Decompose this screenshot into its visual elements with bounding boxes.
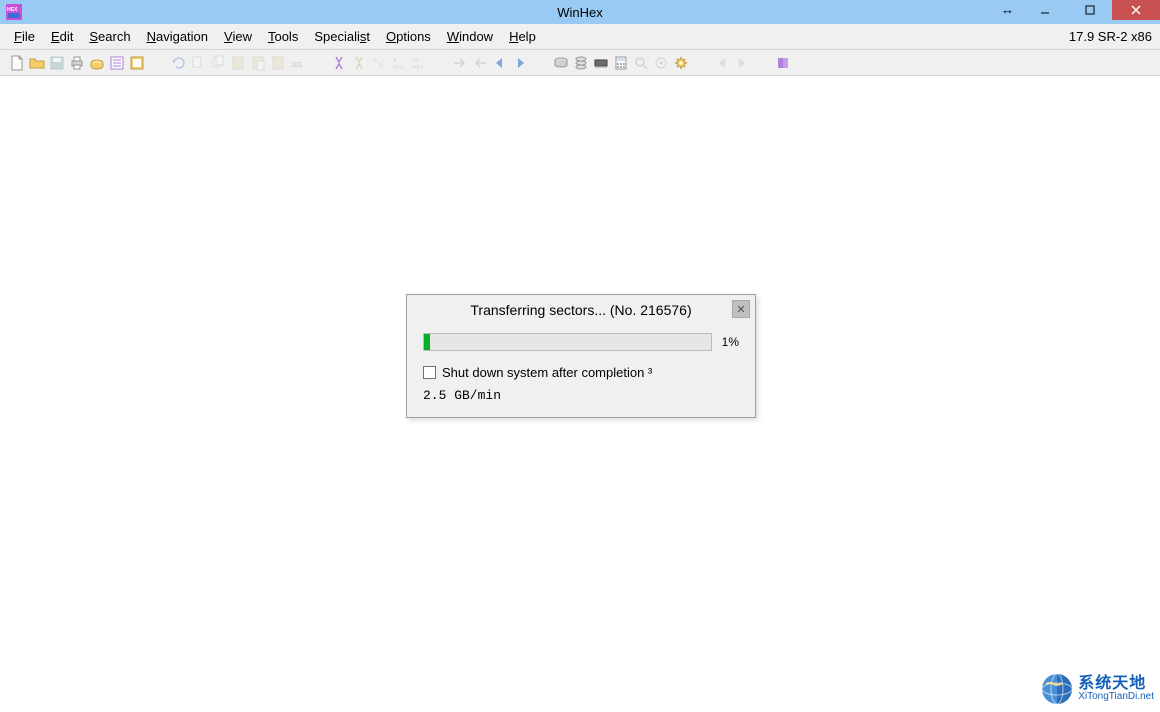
paste-icon[interactable] (249, 54, 266, 71)
menu-file[interactable]: File (6, 27, 43, 46)
menu-options[interactable]: Options (378, 27, 439, 46)
disk-icon[interactable] (552, 54, 569, 71)
watermark-cn: 系统天地 (1078, 676, 1154, 692)
copy-icon[interactable] (209, 54, 226, 71)
binary-icon[interactable]: 101 (289, 54, 306, 71)
progress-percent: 1% (722, 335, 739, 349)
svg-text:A: A (393, 58, 397, 64)
globe-icon (1040, 672, 1074, 706)
help-book-icon[interactable] (774, 54, 791, 71)
version-label: 17.9 SR-2 x86 (1069, 29, 1152, 44)
svg-text:HEX: HEX (7, 7, 18, 13)
goto-back-icon[interactable] (471, 54, 488, 71)
watermark-text: 系统天地 XiTongTianDi.net (1078, 676, 1154, 702)
window-title: WinHex (557, 5, 603, 20)
content-area: Transferring sectors... (No. 216576) ✕ 1… (0, 76, 1160, 712)
clipboard-icon[interactable] (229, 54, 246, 71)
watermark: 系统天地 XiTongTianDi.net (1040, 672, 1154, 706)
progress-dialog: Transferring sectors... (No. 216576) ✕ 1… (406, 294, 756, 418)
ram-icon[interactable] (592, 54, 609, 71)
maximize-button[interactable] (1067, 0, 1112, 20)
menu-window[interactable]: Window (439, 27, 501, 46)
next-triangle-icon[interactable] (733, 54, 750, 71)
svg-text:A: A (373, 58, 377, 64)
svg-text:HEX: HEX (413, 65, 424, 71)
replace-hex-icon[interactable]: AHEX (390, 54, 407, 71)
dialog-title-text: Transferring sectors... (No. 216576) (470, 302, 691, 318)
shutdown-checkbox-label: Shut down system after completion ³ (442, 365, 652, 380)
dialog-body: 1% Shut down system after completion ³ 2… (407, 325, 755, 417)
find-text-icon[interactable]: AB (370, 54, 387, 71)
write-sectors-icon[interactable] (88, 54, 105, 71)
disk-stack-icon[interactable] (572, 54, 589, 71)
svg-text:10: 10 (413, 58, 419, 64)
undo-icon[interactable] (169, 54, 186, 71)
menubar: File Edit Search Navigation View Tools S… (0, 24, 1160, 50)
progress-row: 1% (423, 333, 739, 351)
menu-edit[interactable]: Edit (43, 27, 81, 46)
toolbar: 101 AB AHEX 10HEX (0, 50, 1160, 76)
dialog-close-button[interactable]: ✕ (732, 300, 750, 318)
replace-text-icon[interactable]: 10HEX (410, 54, 427, 71)
menu-view[interactable]: View (216, 27, 260, 46)
dialog-title: Transferring sectors... (No. 216576) ✕ (407, 295, 755, 325)
back-arrow-icon[interactable] (491, 54, 508, 71)
close-button[interactable] (1112, 0, 1160, 20)
svg-text:HEX: HEX (393, 65, 404, 71)
progress-bar (423, 333, 712, 351)
app-icon: HEX (6, 4, 22, 20)
menu-search[interactable]: Search (81, 27, 138, 46)
menu-tools[interactable]: Tools (260, 27, 306, 46)
options-gear-icon[interactable] (672, 54, 689, 71)
find-icon[interactable] (330, 54, 347, 71)
calculator-icon[interactable] (612, 54, 629, 71)
analyze-icon[interactable] (632, 54, 649, 71)
progress-fill (424, 334, 430, 350)
window-titlebar: HEX WinHex ↔ (0, 0, 1160, 24)
forward-arrow-icon[interactable] (511, 54, 528, 71)
minimize-button[interactable] (1022, 0, 1067, 20)
cut-icon[interactable] (189, 54, 206, 71)
watermark-url: XiTongTianDi.net (1078, 692, 1154, 702)
goto-offset-icon[interactable] (451, 54, 468, 71)
find-hex-icon[interactable] (350, 54, 367, 71)
position-icon[interactable] (652, 54, 669, 71)
paste-write-icon[interactable] (269, 54, 286, 71)
transfer-rate: 2.5 GB/min (423, 388, 739, 403)
prev-triangle-icon[interactable] (713, 54, 730, 71)
shutdown-checkbox[interactable] (423, 366, 436, 379)
menu-navigation[interactable]: Navigation (139, 27, 216, 46)
print-icon[interactable] (68, 54, 85, 71)
shutdown-checkbox-row[interactable]: Shut down system after completion ³ (423, 365, 739, 380)
open-folder-icon[interactable] (28, 54, 45, 71)
dir-browser-icon[interactable] (128, 54, 145, 71)
resize-handle-icon[interactable]: ↔ (1001, 2, 1014, 17)
menu-specialist[interactable]: Specialist (306, 27, 378, 46)
properties-icon[interactable] (108, 54, 125, 71)
save-icon[interactable] (48, 54, 65, 71)
window-controls (1022, 0, 1160, 20)
menu-help[interactable]: Help (501, 27, 544, 46)
new-file-icon[interactable] (8, 54, 25, 71)
svg-text:B: B (379, 64, 383, 70)
svg-text:101: 101 (291, 62, 303, 69)
